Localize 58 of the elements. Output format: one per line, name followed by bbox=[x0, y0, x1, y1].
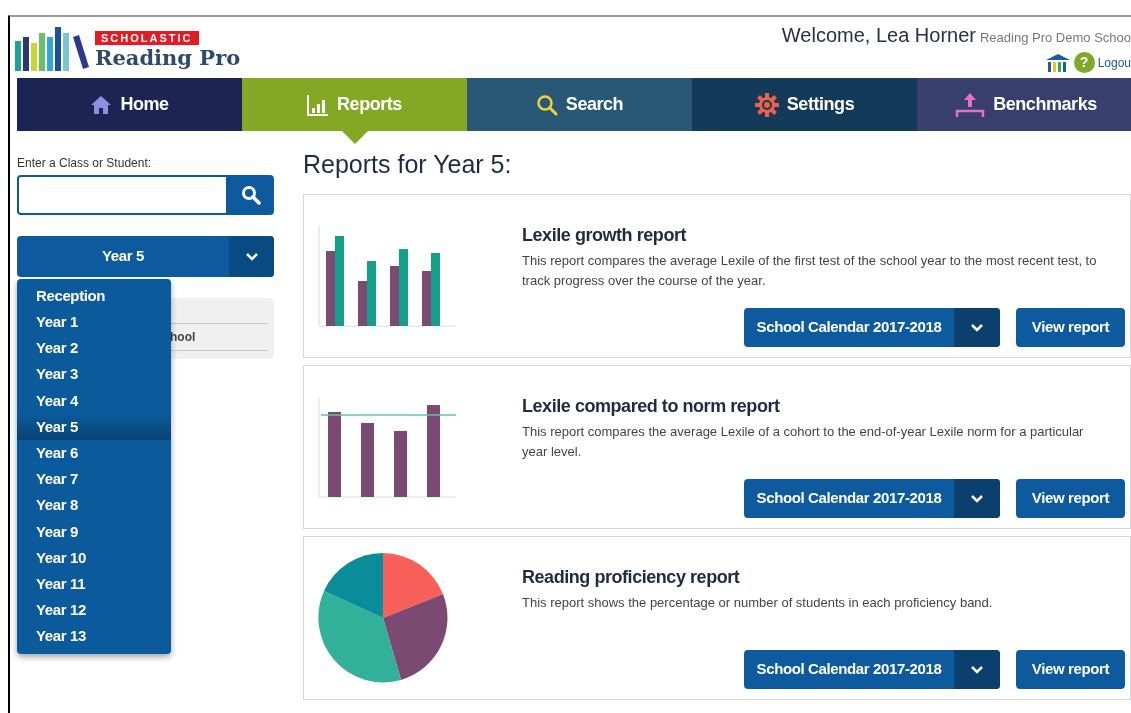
welcome-text: Welcome, Lea Horner bbox=[781, 23, 976, 48]
menu-item[interactable]: Year 10 bbox=[17, 544, 171, 572]
calendar-dropdown[interactable]: School Calendar 2017-2018 bbox=[744, 479, 1000, 518]
search-field[interactable] bbox=[17, 175, 228, 215]
view-report-button[interactable]: View report bbox=[1016, 308, 1125, 347]
panel-text: hool bbox=[170, 329, 196, 346]
school-building-icon[interactable] bbox=[1044, 52, 1071, 73]
chart-bar bbox=[422, 271, 431, 326]
menu-item[interactable]: Reception bbox=[17, 283, 171, 310]
brand-label: SCHOLASTIC bbox=[95, 31, 199, 45]
menu-item[interactable]: Year 1 bbox=[17, 309, 171, 336]
menu-item[interactable]: Year 12 bbox=[17, 597, 171, 624]
menu-item[interactable]: Year 4 bbox=[17, 387, 171, 414]
menu-item[interactable]: Year 8 bbox=[17, 492, 171, 519]
pie-slice bbox=[324, 553, 383, 618]
report-description: This report shows the percentage or number of students in each proficiency band. bbox=[522, 594, 994, 612]
nav-tab[interactable]: Settings bbox=[692, 78, 917, 131]
pie-slice bbox=[383, 553, 443, 618]
menu-item[interactable]: Year 3 bbox=[17, 361, 171, 388]
search-icon bbox=[241, 185, 261, 205]
active-tab-pointer bbox=[341, 131, 368, 144]
logo-icon bbox=[15, 25, 91, 71]
menu-item[interactable]: Year 9 bbox=[17, 518, 171, 545]
report-description: This report compares the average Lexile of the first test of the school year to the most recent test, to track progress over the course of the year. bbox=[522, 252, 1097, 290]
menu-item[interactable]: Year 11 bbox=[17, 571, 171, 598]
menu-item[interactable]: Year 2 bbox=[17, 335, 171, 362]
report-title: Reading proficiency report bbox=[522, 566, 741, 589]
page-title: Reports for Year 5: bbox=[303, 149, 513, 179]
class-dropdown[interactable]: Year 5 bbox=[17, 236, 274, 277]
menu-item[interactable]: Year 13 bbox=[17, 623, 171, 650]
search-button[interactable] bbox=[228, 175, 274, 215]
home-icon bbox=[90, 94, 113, 115]
nav-tab[interactable]: Search bbox=[467, 78, 692, 131]
chevron-down-icon bbox=[970, 665, 984, 674]
chart-bar bbox=[390, 266, 399, 326]
school-name: Reading Pro Demo Schoo bbox=[979, 29, 1131, 47]
menu-item[interactable]: Year 6 bbox=[17, 440, 171, 467]
bar-chart-icon bbox=[307, 93, 330, 116]
search-label: Enter a Class or Student: bbox=[17, 156, 153, 170]
nav-tab[interactable]: Benchmarks bbox=[917, 78, 1131, 131]
chevron-down-icon bbox=[244, 252, 259, 261]
view-report-button[interactable]: View report bbox=[1016, 650, 1125, 689]
upload-icon bbox=[955, 91, 986, 118]
calendar-dropdown[interactable]: School Calendar 2017-2018 bbox=[744, 650, 1000, 689]
menu-item[interactable]: Year 5 bbox=[17, 413, 171, 441]
calendar-dropdown[interactable]: School Calendar 2017-2018 bbox=[744, 308, 1000, 347]
report-description: This report compares the average Lexile of a cohort to the end-of-year Lexile norm for a particular year level. bbox=[522, 423, 1085, 461]
product-name: Reading Pro bbox=[95, 45, 241, 71]
view-report-button[interactable]: View report bbox=[1016, 479, 1125, 518]
report-title: Lexile growth report bbox=[522, 224, 688, 247]
chart-bar bbox=[394, 431, 407, 497]
search-icon bbox=[535, 93, 558, 116]
menu-item[interactable]: Year 7 bbox=[17, 466, 171, 493]
nav-tab[interactable]: Home bbox=[17, 78, 242, 131]
report-title: Lexile compared to norm report bbox=[522, 395, 781, 418]
logout-link[interactable]: Logou bbox=[1097, 53, 1131, 72]
chevron-down-icon bbox=[970, 494, 984, 503]
chevron-down-icon bbox=[970, 323, 984, 332]
